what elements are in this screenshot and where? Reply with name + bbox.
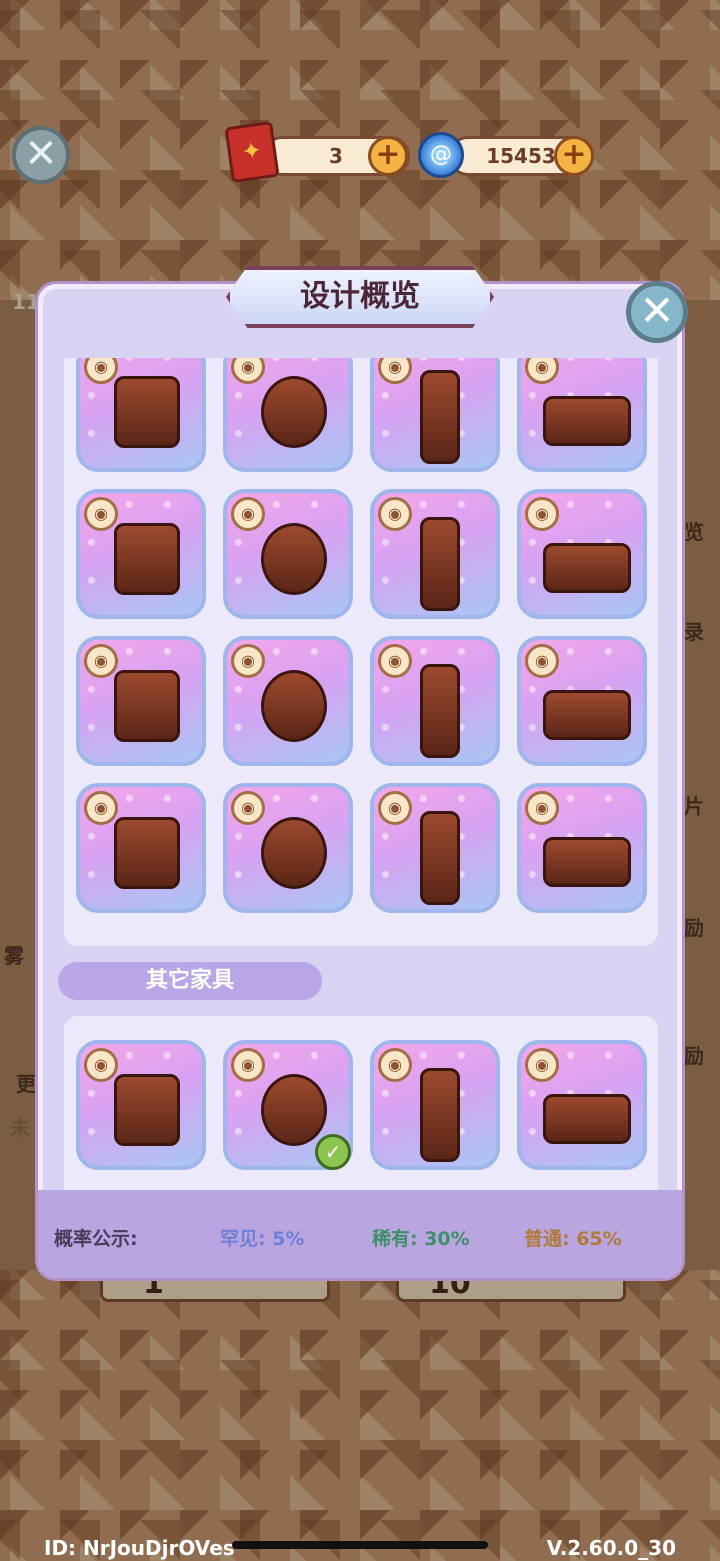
eye-icon[interactable]: ◉ [525,358,559,384]
round-side-table-icon [114,670,180,742]
wooden-door-icon [261,817,327,889]
close-page-button[interactable]: ✕ [12,126,70,184]
eye-icon[interactable]: ◉ [231,644,265,678]
eye-icon[interactable]: ◉ [378,1048,412,1082]
section-header-other-furniture: 其它家具 [58,962,322,1000]
evidence-board-icon [114,817,180,889]
travel-bag-icon [543,396,631,446]
eye-icon[interactable]: ◉ [525,644,559,678]
eye-icon[interactable]: ◉ [84,1048,118,1082]
furniture-tile-armchair[interactable]: ◉ [370,636,500,766]
eye-icon[interactable]: ◉ [231,497,265,531]
modal-scroll-area[interactable]: ◉ ◉ ◉ ◉ ◉ ◉ ◉ ◉ ◉ ◉ ◉ ◉ ◉ ◉ ◉ ◉ 其它家具 ◉ ◉ ✓ ◉ ◉ [42,358,678,1190]
eye-icon[interactable]: ◉ [231,1048,265,1082]
scroll-icon: ✦ [224,120,280,184]
checkmark-icon: ✓ [315,1134,351,1170]
furniture-tile-books-and-papers[interactable]: ◉ [76,358,206,472]
scroll-count: 3 [329,144,343,168]
glass-door-icon [543,837,631,887]
furniture-tile-travel-bag[interactable]: ◉ [517,358,647,472]
furniture-tile-glass-dome-display[interactable]: ◉ [76,1040,206,1170]
eye-icon[interactable]: ◉ [378,497,412,531]
user-id: ID: NrJouDjrOVes [44,1536,235,1560]
glass-dome-display-icon [114,1074,180,1146]
furniture-tile-wooden-door[interactable]: ◉ [223,783,353,913]
rose-bouquet-icon [114,523,180,595]
app-version: V.2.60.0_30 [546,1536,676,1560]
ornate-rug-icon [261,523,327,595]
eye-icon[interactable]: ◉ [84,497,118,531]
furniture-panel-other: ◉ ◉ ✓ ◉ ◉ [64,1016,658,1190]
dog-statue-icon [420,370,460,464]
coat-rack-icon [420,1068,460,1162]
probability-label: 概率公示: [54,1228,138,1250]
home-indicator[interactable] [232,1541,488,1549]
books-and-papers-icon [114,376,180,448]
furniture-tile-chaise-lounge[interactable]: ◉ [223,636,353,766]
eye-icon[interactable]: ◉ [84,358,118,384]
armchair-icon [420,664,460,758]
eye-icon[interactable]: ◉ [378,791,412,825]
swirl-count: 15453 [486,144,556,168]
add-scroll-button[interactable]: + [368,136,408,176]
modal-title: 设计概览 [226,266,494,328]
add-swirl-button[interactable]: + [554,136,594,176]
furniture-tile-coat-rack[interactable]: ◉ [370,1040,500,1170]
glass-cabinet-icon [543,1094,631,1144]
eye-icon[interactable]: ◉ [231,358,265,384]
furniture-tile-police-tape[interactable]: ◉ ✓ [223,1040,353,1170]
eye-icon[interactable]: ◉ [84,644,118,678]
bookcase-door-icon [420,811,460,905]
furniture-tile-red-safe[interactable]: ◉ [223,358,353,472]
eye-icon[interactable]: ◉ [525,791,559,825]
furniture-tile-curved-desk[interactable]: ◉ [517,489,647,619]
furniture-tile-glass-door[interactable]: ◉ [517,783,647,913]
eye-icon[interactable]: ◉ [84,791,118,825]
furniture-panel-main: ◉ ◉ ◉ ◉ ◉ ◉ ◉ ◉ ◉ ◉ ◉ ◉ ◉ ◉ ◉ ◉ [64,358,658,946]
furniture-tile-rose-bouquet[interactable]: ◉ [76,489,206,619]
eye-icon[interactable]: ◉ [525,1048,559,1082]
police-tape-icon [261,1074,327,1146]
furniture-tile-bookcase-door[interactable]: ◉ [370,783,500,913]
probability-common: 普通: 65% [524,1228,622,1250]
furniture-tile-ornate-rug[interactable]: ◉ [223,489,353,619]
probability-bar: 概率公示: 罕见: 5% 稀有: 30% 普通: 65% [38,1190,682,1278]
probability-rare: 罕见: 5% [220,1228,305,1250]
furniture-tile-round-side-table[interactable]: ◉ [76,636,206,766]
furniture-tile-glass-cabinet[interactable]: ◉ [517,1040,647,1170]
eye-icon[interactable]: ◉ [231,791,265,825]
probability-uncommon: 稀有: 30% [372,1228,470,1250]
eye-icon[interactable]: ◉ [378,644,412,678]
eye-icon[interactable]: ◉ [378,358,412,384]
secretary-desk-icon [543,690,631,740]
furniture-tile-wooden-staircase[interactable]: ◉ [370,489,500,619]
swirl-currency-icon: @ [418,132,464,178]
wooden-staircase-icon [420,517,460,611]
furniture-tile-dog-statue[interactable]: ◉ [370,358,500,472]
eye-icon[interactable]: ◉ [525,497,559,531]
furniture-tile-evidence-board[interactable]: ◉ [76,783,206,913]
close-modal-button[interactable]: ✕ [626,281,688,343]
furniture-tile-secretary-desk[interactable]: ◉ [517,636,647,766]
red-safe-icon [261,376,327,448]
curved-desk-icon [543,543,631,593]
chaise-lounge-icon [261,670,327,742]
